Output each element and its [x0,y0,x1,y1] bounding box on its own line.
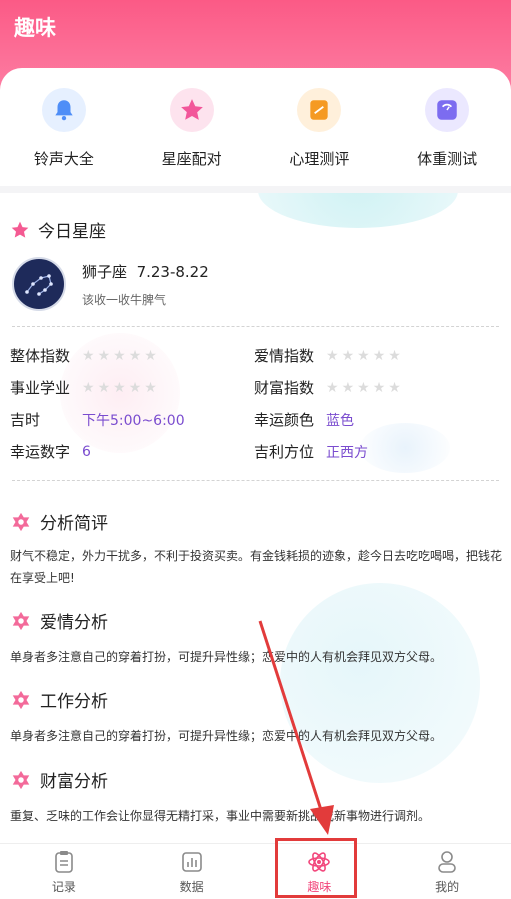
notebook-icon [297,88,342,132]
star-rating: ★ ★ ★ ★ ★ [82,379,157,396]
hexagram-icon [12,690,30,709]
metric-wealth: 财富指数 ★ ★ ★ ★ ★ [254,379,401,397]
horoscope-content[interactable]: 今日星座 狮子座 7.23-8.22 该收一收牛脾气 整体指数 ★ ★ ★ ★ ★ 爱情… [0,193,511,843]
zodiac-name: 狮子座 7.23-8.22 [82,263,209,281]
hexagram-icon [12,770,30,789]
section-title-summary: 分析简评 [10,509,108,534]
zodiac-description: 该收一收牛脾气 [82,293,167,307]
page-title: 趣味 [14,16,56,40]
metric-lucky-time: 吉时 下午5:00~6:00 [10,411,185,429]
atom-icon [308,852,331,872]
bell-icon [41,88,86,132]
section-title-wealth: 财富分析 [10,767,108,792]
section-title-love: 爱情分析 [10,608,108,633]
tab-record[interactable]: 记录 [0,844,128,899]
divider [12,480,499,481]
metric-lucky-color: 幸运颜色 蓝色 [254,411,354,429]
section-text-summary: 财气不稳定，外力干扰多，不利于投资买卖。有金钱耗损的迹象，趁今日去吃吃喝喝，把钱… [10,549,503,585]
hexagram-icon [12,512,30,531]
decor-bubble [360,423,450,473]
bottom-tab-bar: 记录 数据 趣味 我的 [0,843,511,899]
leo-icon [12,257,66,311]
scale-icon [425,88,470,132]
tab-fun[interactable]: 趣味 [256,844,384,899]
quick-link-label: 星座配对 [161,150,222,168]
quick-link-ringtones[interactable]: 铃声大全 [9,88,119,169]
star-rating: ★ ★ ★ ★ ★ [82,347,157,364]
annotation-arrow [258,620,334,835]
tab-data[interactable]: 数据 [128,844,256,899]
star-rating: ★ ★ ★ ★ ★ [326,347,401,364]
quick-link-weight-test[interactable]: 体重测试 [392,88,502,169]
person-icon [438,851,456,873]
decor-bubble [258,193,458,228]
metric-overall: 整体指数 ★ ★ ★ ★ ★ [10,347,157,365]
star-icon [169,88,214,132]
record-icon [55,851,73,873]
quick-link-zodiac-match[interactable]: 星座配对 [137,88,247,169]
star-rating: ★ ★ ★ ★ ★ [326,379,401,396]
tab-mine[interactable]: 我的 [383,844,511,899]
quick-link-label: 心理测评 [289,150,350,168]
quick-link-label: 铃声大全 [33,150,94,168]
chart-icon [181,852,202,872]
metric-lucky-direction: 吉利方位 正西方 [254,443,368,461]
today-section-title: 今日星座 [10,217,106,242]
hexagram-icon [12,611,30,630]
star-icon [11,221,29,238]
metric-lucky-number: 幸运数字 6 [10,443,91,461]
metric-career: 事业学业 ★ ★ ★ ★ ★ [10,379,157,397]
quick-link-psych-test[interactable]: 心理测评 [264,88,374,169]
section-title-work: 工作分析 [10,687,108,712]
zodiac-dates: 7.23-8.22 [136,263,209,281]
quick-link-label: 体重测试 [417,150,478,168]
divider [12,326,499,327]
quick-links: 铃声大全 星座配对 心理测评 体重测试 [0,68,511,186]
metric-love: 爱情指数 ★ ★ ★ ★ ★ [254,347,401,365]
